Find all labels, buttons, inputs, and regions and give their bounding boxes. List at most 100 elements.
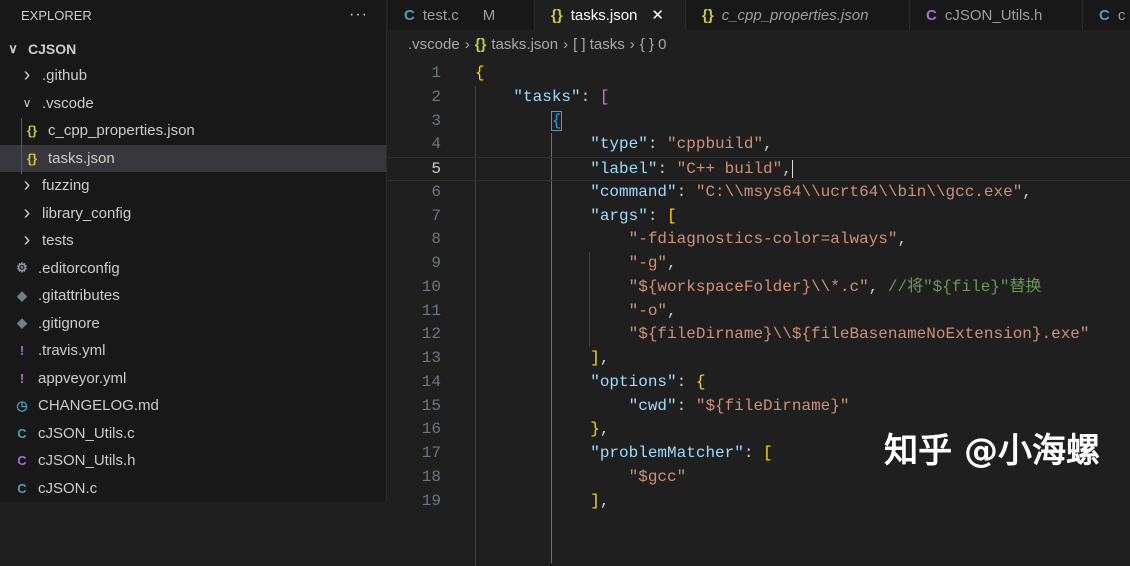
code-token: "command": [590, 182, 677, 201]
file-icon: C: [17, 480, 27, 496]
chevron-right-icon: ›: [23, 229, 31, 252]
tree-item[interactable]: {} c_cpp_properties.json: [0, 117, 386, 145]
tab-label: c: [1117, 6, 1126, 24]
code-line: 14 "options": {: [388, 371, 1130, 395]
tree-item[interactable]: › .github: [0, 62, 386, 90]
code-token: {: [475, 64, 485, 82]
crumb-tasks-array[interactable]: [ ] tasks: [573, 36, 625, 53]
chevron-down-icon: ∨: [8, 40, 18, 56]
line-text: "type": "cppbuild",: [475, 133, 773, 157]
code-token: ,: [599, 491, 610, 510]
tab-test-c[interactable]: Ctest.c M: [388, 0, 535, 30]
line-text: ],: [475, 347, 609, 371]
tree-item-label: .vscode: [42, 94, 94, 112]
tree-item[interactable]: › tests: [0, 227, 386, 255]
tree-item-label: cJSON.c: [38, 479, 98, 497]
json-icon: {}: [474, 35, 487, 53]
tree-item[interactable]: CcJSON_Utils.c: [0, 420, 386, 448]
chevron-right-icon: ›: [23, 174, 31, 197]
code-token: :: [647, 206, 668, 225]
file-icon: {}: [551, 6, 563, 24]
code-line: 2 "tasks": [: [388, 86, 1130, 110]
code-token: "${fileDirname}": [695, 396, 850, 415]
code-token: {: [695, 372, 706, 391]
tree-item[interactable]: ∨ .vscode: [0, 90, 386, 118]
code-token: ]: [590, 491, 600, 510]
tab-bar: Ctest.c M {} tasks.json ✕ {} c_cpp_properties.…: [388, 0, 1130, 30]
tree-item[interactable]: ◆ .gitattributes: [0, 282, 386, 310]
tree-item[interactable]: ◷ CHANGELOG.md: [0, 392, 386, 420]
file-icon: !: [19, 343, 25, 359]
code-line: 1{: [388, 62, 1130, 86]
tab-tasks-json[interactable]: {} tasks.json ✕: [535, 0, 686, 30]
code-token: [: [763, 444, 773, 462]
code-line: 7 "args": [: [388, 205, 1130, 229]
code-line: 9 "-g",: [388, 252, 1130, 276]
crumb-object-0[interactable]: { } 0: [640, 36, 667, 53]
more-actions-icon[interactable]: ···: [349, 6, 368, 24]
line-text: "${workspaceFolder}\\*.c", //将"${file}"替…: [475, 276, 1042, 300]
line-number: 7: [431, 206, 441, 225]
tree-item[interactable]: CcJSON_Utils.h: [0, 447, 386, 475]
tree-item[interactable]: ⚙ .editorconfig: [0, 255, 386, 283]
tree-item-label: c_cpp_properties.json: [48, 122, 195, 140]
file-icon: !: [19, 370, 25, 386]
line-number: 3: [431, 111, 441, 130]
modified-badge: M: [482, 6, 496, 24]
file-icon: C: [404, 6, 415, 24]
tree-item-label: appveyor.yml: [38, 369, 127, 387]
crumb-tasks-json[interactable]: tasks.json: [491, 36, 558, 53]
code-token: "C++ build": [676, 160, 783, 178]
line-text: },: [475, 418, 609, 442]
code-line: 12 "${fileDirname}\\${fileBasenameNoExte…: [388, 323, 1130, 347]
tree-item[interactable]: ! appveyor.yml: [0, 365, 386, 393]
file-tree: › .github ∨ .vscode{} c_cpp_properties.json{…: [0, 62, 386, 502]
code-token: ,: [599, 349, 610, 367]
tree-item[interactable]: {} tasks.json: [0, 144, 386, 172]
tree-item[interactable]: › library_config: [0, 200, 386, 228]
code-line: 6 "command": "C:\\msys64\\ucrt64\\bin\\g…: [388, 181, 1130, 205]
code-token: ,: [599, 420, 610, 439]
code-token: "cppbuild": [667, 135, 764, 154]
code-token: ,: [763, 135, 773, 154]
tree-item[interactable]: ! .travis.yml: [0, 337, 386, 365]
tree-item[interactable]: › fuzzing: [0, 172, 386, 200]
code-token: "-o": [628, 301, 668, 320]
folder-root[interactable]: ∨ CJSON: [0, 35, 386, 62]
close-icon[interactable]: ✕: [651, 6, 664, 24]
line-number: 9: [431, 254, 441, 272]
code-token: ,: [667, 301, 677, 320]
file-icon: C: [926, 6, 937, 24]
tab-c-cpp-properties-json[interactable]: {} c_cpp_properties.json: [686, 0, 910, 30]
tree-item-label: cJSON_Utils.c: [38, 424, 135, 442]
explorer-header: EXPLORER ···: [0, 0, 386, 30]
tree-item-label: fuzzing: [42, 177, 90, 195]
code-token: "tasks": [513, 87, 581, 106]
line-text: "problemMatcher": [: [475, 442, 773, 466]
line-text: {: [475, 110, 563, 134]
explorer-title: EXPLORER: [21, 7, 92, 23]
tree-item-label: .github: [42, 67, 88, 85]
code-token: "C:\\msys64\\ucrt64\\bin\\gcc.exe": [695, 182, 1023, 201]
code-token: //将"${file}"替换: [887, 277, 1042, 296]
code-token: "options": [590, 372, 677, 391]
file-icon: ⚙: [16, 260, 28, 276]
code-line: 10 "${workspaceFolder}\\*.c", //将"${file…: [388, 276, 1130, 300]
file-icon: {}: [26, 123, 38, 139]
tree-item[interactable]: CcJSON.c: [0, 475, 386, 503]
code-line: 8 "-fdiagnostics-color=always",: [388, 228, 1130, 252]
crumb-vscode[interactable]: .vscode: [408, 36, 460, 53]
tab-cjson-utils-h[interactable]: CcJSON_Utils.h: [910, 0, 1083, 30]
explorer-sidebar: EXPLORER ··· ∨ CJSON › .github ∨ .vscode{} c…: [0, 0, 387, 502]
tab-c[interactable]: Cc: [1083, 0, 1130, 30]
code-token: "-fdiagnostics-color=always": [628, 230, 898, 249]
file-icon: C: [17, 453, 27, 469]
tree-item[interactable]: ◆ .gitignore: [0, 310, 386, 338]
tree-item-label: .gitattributes: [38, 287, 120, 305]
line-number: 15: [421, 396, 441, 415]
